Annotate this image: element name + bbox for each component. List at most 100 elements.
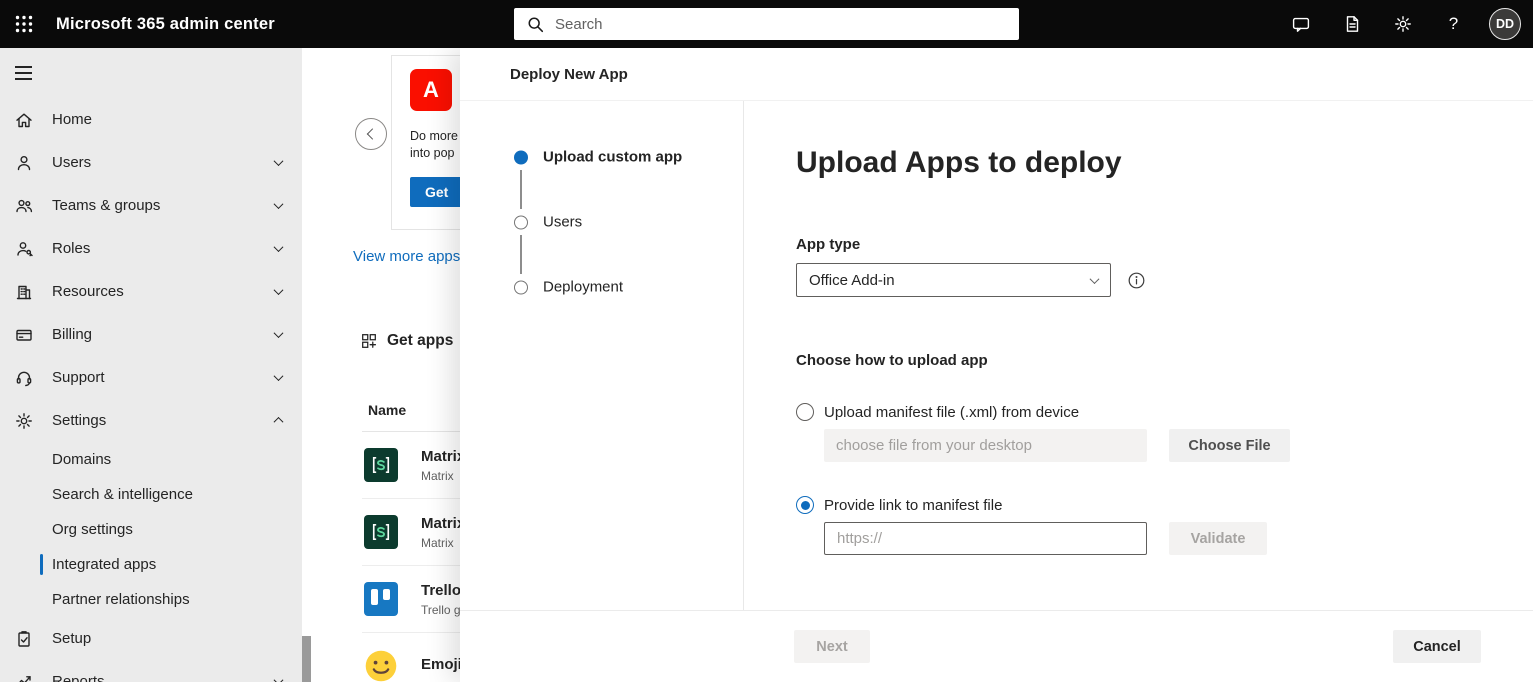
sidebar-item-label: Setup	[52, 630, 92, 647]
view-more-apps-link[interactable]: View more apps	[353, 248, 460, 265]
sidebar: Home Users Teams & groups Roles Resource…	[0, 48, 302, 682]
choose-upload-heading: Choose how to upload app	[796, 352, 988, 369]
carousel-previous-button[interactable]	[355, 118, 387, 150]
avatar[interactable]: DD	[1489, 8, 1521, 40]
person-icon	[14, 153, 34, 173]
radio-link[interactable]	[796, 496, 814, 514]
home-icon	[14, 110, 34, 130]
topbar-actions: ? DD	[1275, 0, 1533, 48]
panel-content: Upload Apps to deploy App type Office Ad…	[744, 101, 1533, 610]
page-scrollbar-thumb[interactable]	[302, 636, 311, 682]
sidebar-item-roles[interactable]: Roles	[0, 227, 302, 270]
sidebar-item-label: Org settings	[52, 521, 133, 538]
cancel-button[interactable]: Cancel	[1393, 630, 1481, 663]
app-publisher: Trello g	[421, 602, 461, 617]
app-launcher-button[interactable]	[0, 0, 48, 48]
manifest-link-input[interactable]	[824, 522, 1147, 555]
app-publisher: Matrix	[421, 535, 454, 550]
sidebar-item-org-settings[interactable]: Org settings	[0, 512, 302, 547]
chevron-down-icon	[273, 199, 284, 210]
sidebar-item-home[interactable]: Home	[0, 98, 302, 141]
get-apps-icon	[360, 332, 378, 350]
search-placeholder: Search	[555, 15, 603, 33]
adobe-acrobat-icon: A	[410, 69, 452, 111]
sidebar-item-label: Users	[52, 154, 92, 171]
sidebar-item-label: Domains	[52, 451, 112, 468]
sidebar-item-label: Billing	[52, 326, 93, 343]
file-path-input[interactable]	[824, 429, 1147, 462]
step-active-dot-icon	[514, 150, 528, 164]
sidebar-item-label: Partner relationships	[52, 591, 190, 608]
step-users[interactable]: Users	[514, 214, 582, 231]
step-connector	[520, 235, 522, 274]
sidebar-item-label: Home	[52, 111, 93, 128]
sidebar-item-label: Integrated apps	[52, 556, 157, 573]
credit-card-icon	[14, 325, 34, 345]
sidebar-item-users[interactable]: Users	[0, 141, 302, 184]
app-name: Matrix	[421, 514, 466, 532]
help-icon: ?	[1448, 14, 1459, 33]
next-button[interactable]: Next	[794, 630, 870, 663]
sidebar-item-label: Reports	[52, 673, 105, 682]
whats-new-button[interactable]	[1326, 0, 1377, 48]
option-provide-link[interactable]: Provide link to manifest file	[796, 496, 1533, 514]
search-icon	[527, 16, 544, 33]
info-icon[interactable]	[1127, 271, 1146, 290]
choose-file-button[interactable]: Choose File	[1169, 429, 1290, 462]
sidebar-item-label: Resources	[52, 283, 124, 300]
chevron-down-icon	[273, 328, 284, 339]
feedback-button[interactable]	[1275, 0, 1326, 48]
chevron-down-icon	[273, 285, 284, 296]
roles-icon	[14, 239, 34, 259]
app-type-dropdown[interactable]: Office Add-in	[796, 263, 1111, 297]
step-pending-dot-icon	[514, 280, 528, 294]
step-upload-custom-app[interactable]: Upload custom app	[514, 149, 682, 166]
option-upload-from-device[interactable]: Upload manifest file (.xml) from device	[796, 403, 1533, 421]
sidebar-item-setup[interactable]: Setup	[0, 617, 302, 660]
chevron-down-icon	[273, 675, 284, 682]
page-title: Upload Apps to deploy	[796, 146, 1122, 179]
sidebar-item-label: Search & intelligence	[52, 486, 193, 503]
sidebar-item-partner-relationships[interactable]: Partner relationships	[0, 582, 302, 617]
search-box[interactable]: Search	[514, 8, 1019, 40]
matrix-app-icon	[364, 515, 398, 549]
sidebar-item-label: Teams & groups	[52, 197, 161, 214]
panel-footer: Next Cancel	[460, 610, 1533, 682]
settings-button[interactable]	[1377, 0, 1428, 48]
sidebar-item-resources[interactable]: Resources	[0, 270, 302, 313]
deploy-new-app-panel: Deploy New App Upload custom app Users D…	[460, 48, 1533, 682]
topbar: Microsoft 365 admin center Search ? DD	[0, 0, 1533, 48]
chart-icon	[14, 672, 34, 682]
headset-icon	[14, 368, 34, 388]
step-deployment[interactable]: Deployment	[514, 279, 623, 296]
sidebar-item-label: Settings	[52, 412, 107, 429]
emoji-app-icon	[364, 649, 398, 682]
get-apps-button[interactable]: Get apps	[360, 332, 453, 350]
sidebar-item-teams-groups[interactable]: Teams & groups	[0, 184, 302, 227]
waffle-icon	[15, 15, 33, 33]
radio-device[interactable]	[796, 403, 814, 421]
chevron-down-icon	[273, 242, 284, 253]
sidebar-item-billing[interactable]: Billing	[0, 313, 302, 356]
hamburger-icon	[15, 65, 32, 81]
nav-collapse-button[interactable]	[0, 48, 302, 98]
help-button[interactable]: ?	[1428, 0, 1479, 48]
app-publisher: Matrix	[421, 468, 454, 483]
chevron-down-icon	[1089, 273, 1100, 284]
chevron-down-icon	[273, 371, 284, 382]
sidebar-item-domains[interactable]: Domains	[0, 442, 302, 477]
sidebar-item-label: Support	[52, 369, 105, 386]
sidebar-item-search-intelligence[interactable]: Search & intelligence	[0, 477, 302, 512]
chevron-up-icon	[273, 416, 284, 427]
sidebar-item-settings[interactable]: Settings	[0, 399, 302, 442]
clipboard-check-icon	[14, 629, 34, 649]
validate-button[interactable]: Validate	[1169, 522, 1267, 555]
trello-app-icon	[364, 582, 398, 616]
sidebar-item-integrated-apps[interactable]: Integrated apps	[0, 547, 302, 582]
chevron-down-icon	[273, 156, 284, 167]
panel-body: Upload custom app Users Deployment Uploa…	[460, 101, 1533, 610]
sidebar-item-support[interactable]: Support	[0, 356, 302, 399]
sidebar-item-reports[interactable]: Reports	[0, 660, 302, 682]
gear-icon	[14, 411, 34, 431]
people-icon	[14, 196, 34, 216]
